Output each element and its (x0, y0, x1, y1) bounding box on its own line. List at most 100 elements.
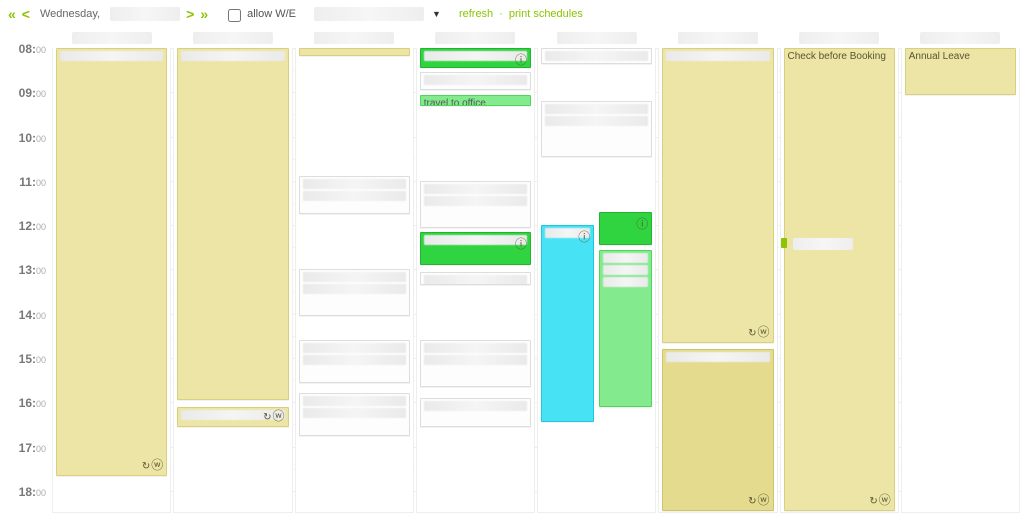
time-label: 13:00 (0, 263, 52, 277)
calendar-event[interactable] (541, 225, 594, 422)
calendar-event[interactable] (420, 272, 531, 286)
day-column[interactable] (173, 48, 292, 513)
info-icon (636, 215, 648, 232)
calendar-event[interactable] (420, 72, 531, 90)
next-fast-button[interactable]: » (200, 6, 208, 22)
calendar-event[interactable] (420, 398, 531, 427)
date-prefix: Wednesday, (40, 8, 100, 20)
calendar-event[interactable] (177, 48, 288, 400)
redacted-side-label (793, 238, 853, 250)
redacted-event-text (303, 343, 406, 353)
column-header[interactable] (295, 28, 414, 48)
redacted-event-text (181, 51, 284, 61)
view-dropdown-redacted[interactable] (314, 7, 424, 21)
time-label: 14:00 (0, 308, 52, 322)
time-label: 18:00 (0, 485, 52, 499)
time-column: 08:0009:0010:0011:0012:0013:0014:0015:00… (0, 28, 52, 513)
prev-button[interactable]: < (22, 6, 30, 22)
calendar-event[interactable] (662, 349, 773, 511)
allow-weekend-label: allow W/E (247, 8, 296, 20)
time-label: 10:00 (0, 131, 52, 145)
calendar-event[interactable]: travel to office (420, 95, 531, 106)
redacted-event-text (424, 401, 527, 411)
redacted-event-text (603, 277, 648, 287)
calendar-event[interactable] (599, 250, 652, 407)
day-column[interactable]: Check before Booking (780, 48, 899, 513)
calendar-event[interactable] (299, 269, 410, 316)
calendar-event[interactable] (56, 48, 167, 476)
prev-fast-button[interactable]: « (8, 6, 16, 22)
toolbar-separator: · (499, 8, 503, 20)
time-marker (781, 238, 787, 248)
recurring-icon (748, 491, 769, 508)
redacted-event-text (424, 196, 527, 206)
redacted-event-text (303, 408, 406, 418)
next-button[interactable]: > (186, 6, 194, 22)
calendar-event[interactable] (420, 340, 531, 387)
calendar-event[interactable] (541, 48, 652, 64)
event-title: Annual Leave (909, 51, 970, 62)
calendar-event[interactable]: Check before Booking (784, 48, 895, 511)
redacted-event-text (60, 51, 163, 61)
time-label: 08:00 (0, 42, 52, 56)
column-header[interactable] (173, 28, 292, 48)
calendar-event[interactable] (420, 48, 531, 68)
redacted-event-text (303, 272, 406, 282)
redacted-event-text (545, 228, 590, 238)
calendar-event[interactable]: Annual Leave (905, 48, 1016, 95)
redacted-event-text (303, 179, 406, 189)
date-value-redacted (110, 7, 180, 21)
redacted-event-text (545, 104, 648, 114)
redacted-event-text (424, 184, 527, 194)
redacted-event-text (424, 235, 527, 245)
day-column[interactable] (295, 48, 414, 513)
day-column[interactable] (537, 48, 656, 513)
redacted-event-text (303, 284, 406, 294)
calendar-event[interactable] (299, 393, 410, 435)
calendar-event[interactable] (420, 181, 531, 228)
refresh-link[interactable]: refresh (459, 8, 493, 20)
column-header[interactable] (780, 28, 899, 48)
calendar-event[interactable] (177, 407, 288, 427)
print-schedules-link[interactable]: print schedules (509, 8, 583, 20)
column-header[interactable] (901, 28, 1020, 48)
column-header[interactable] (416, 28, 535, 48)
redacted-event-text (545, 116, 648, 126)
redacted-event-text (424, 343, 527, 353)
calendar-event[interactable] (299, 340, 410, 382)
day-column[interactable] (658, 48, 777, 513)
calendar-event[interactable] (299, 176, 410, 214)
day-column[interactable] (52, 48, 171, 513)
redacted-event-text (303, 396, 406, 406)
redacted-event-text (424, 275, 527, 285)
column-header[interactable] (537, 28, 656, 48)
time-label: 16:00 (0, 396, 52, 410)
day-grid: travel to office Check before Booking Annu… (52, 48, 1020, 513)
time-label: 11:00 (0, 175, 52, 189)
redacted-event-text (424, 355, 527, 365)
column-header[interactable] (658, 28, 777, 48)
event-title: travel to office (424, 98, 486, 106)
day-column[interactable]: travel to office (416, 48, 535, 513)
chevron-down-icon: ▼ (432, 9, 441, 19)
time-label: 12:00 (0, 219, 52, 233)
calendar-event[interactable] (420, 232, 531, 265)
time-label: 15:00 (0, 352, 52, 366)
redacted-event-text (666, 352, 769, 362)
redacted-event-text (603, 265, 648, 275)
calendar-event[interactable] (299, 48, 410, 56)
redacted-event-text (424, 75, 527, 85)
redacted-event-text (603, 253, 648, 263)
redacted-event-text (303, 355, 406, 365)
day-column[interactable]: Annual Leave (901, 48, 1020, 513)
redacted-event-text (303, 191, 406, 201)
top-toolbar: « < Wednesday, > » allow W/E ▼ refresh ·… (0, 0, 1024, 28)
allow-weekend-checkbox[interactable] (228, 9, 241, 22)
calendar-event[interactable] (541, 101, 652, 157)
column-header[interactable] (52, 28, 171, 48)
calendar-event[interactable] (599, 212, 652, 245)
redacted-event-text (666, 51, 769, 61)
calendar-event[interactable] (662, 48, 773, 343)
redacted-event-text (545, 51, 648, 61)
redacted-event-text (181, 410, 284, 420)
